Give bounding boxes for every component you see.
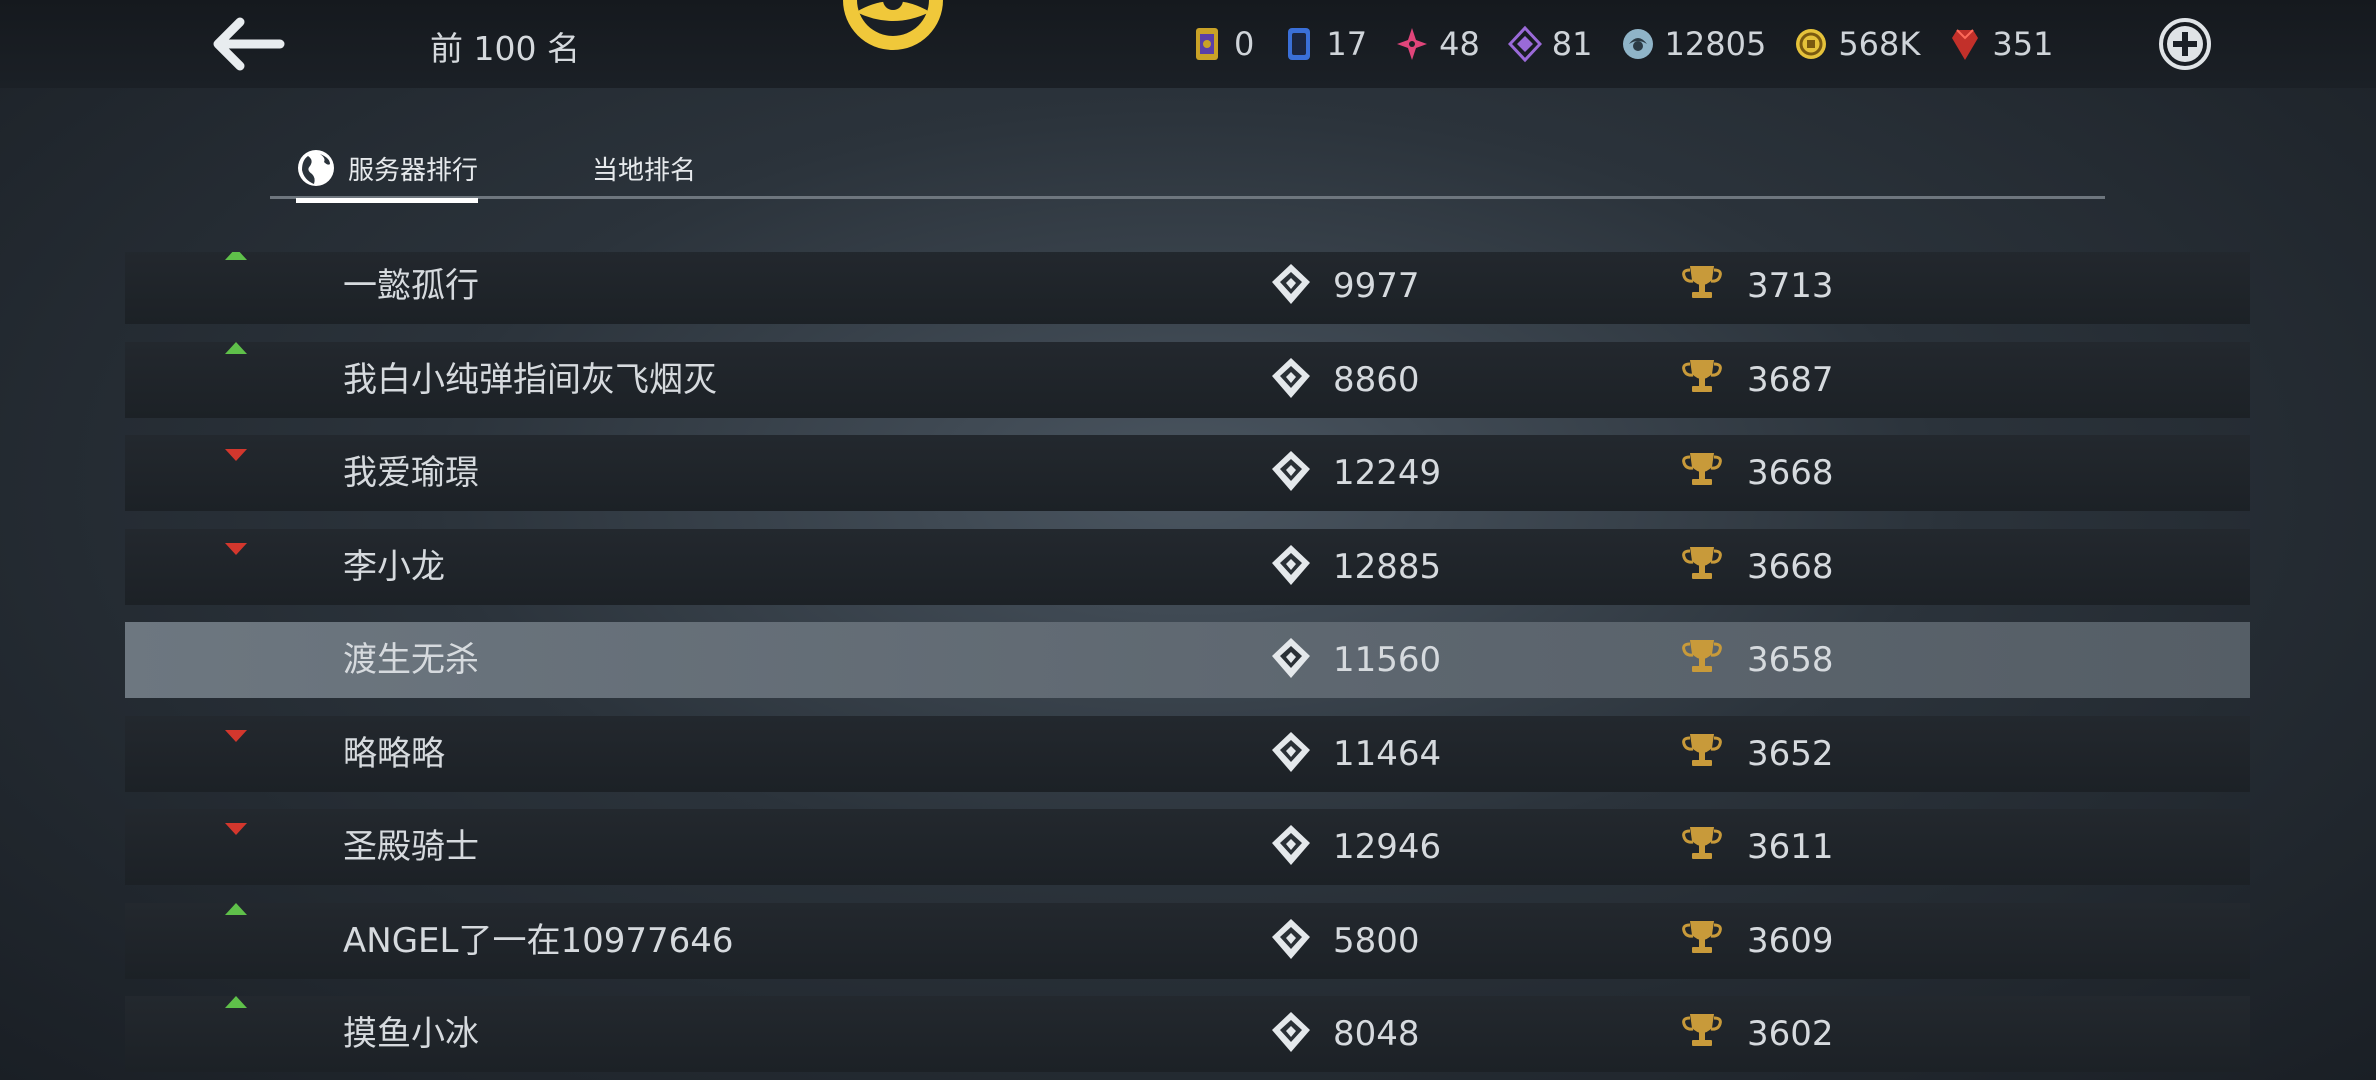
power-diamond-icon [1270,636,1312,680]
currency-pink-crystal[interactable]: 48 [1395,24,1480,64]
ranking-tabs: 服务器排行 当地排名 [270,130,2105,203]
rank-up-arrow-icon [225,902,247,915]
tab-local-ranking[interactable]: 当地排名 [592,136,696,200]
purple-crystal-icon [1507,24,1552,64]
player-power: 8860 [1333,359,1420,400]
player-power: 8048 [1333,1014,1420,1054]
leaderboard-row[interactable]: ANGEL了一在10977646 5800 3609 [125,902,2250,979]
currency-value: 81 [1551,25,1593,63]
player-power: 5800 [1333,920,1420,961]
leaderboard-row[interactable]: 略略略 11464 3652 [125,715,2250,792]
power-diamond-icon [1270,730,1312,774]
emblem-icon [843,0,943,50]
trophy-icon [1680,543,1724,583]
rank-down-arrow-icon [225,823,247,835]
power-diamond-icon [1270,1010,1312,1054]
rank-down-arrow-icon [225,542,247,555]
globe-icon [298,150,334,186]
trophy-icon [1680,730,1724,770]
back-arrow-icon[interactable] [210,14,286,74]
power-diamond-icon [1270,917,1312,961]
trophy-icon [1680,262,1724,302]
player-name: 一懿孤行 [343,266,479,306]
rank-up-arrow-icon [225,341,247,354]
currency-bar: 0 17 48 81 12805 568K 351 [1190,18,2081,70]
page-title: 前 100 名 [430,29,580,68]
rank-down-arrow-icon [225,729,247,742]
leaderboard-row[interactable]: 渡生无杀 11560 3658 [125,622,2250,698]
power-diamond-icon [1270,543,1312,587]
leaderboard-row[interactable]: 一懿孤行 9977 3713 [125,252,2250,324]
tab-underline-track [270,196,2105,199]
tab-label: 当地排名 [592,155,697,186]
currency-value: 568K [1838,25,1921,63]
leaderboard-row[interactable]: 我爱瑜璟 12249 3668 [125,435,2250,511]
trophy-icon [1680,1010,1724,1050]
power-diamond-icon [1270,262,1312,306]
gold-coin-icon [1794,24,1838,64]
player-name: 摸鱼小冰 [343,1014,479,1054]
trophy-icon [1680,356,1724,396]
trophy-icon [1680,449,1724,489]
leaderboard-list[interactable]: 一懿孤行 9977 3713 我白小纯弹指间灰飞烟灭 8860 3687 我爱瑜璟 12249… [125,252,2250,1080]
player-trophies: 3609 [1747,920,1834,961]
player-name: 李小龙 [343,546,445,587]
currency-value: 351 [1992,25,2054,63]
ticket-icon [1190,24,1234,64]
player-trophies: 3611 [1747,827,1834,867]
pink-crystal-icon [1395,24,1439,64]
currency-red-gem[interactable]: 351 [1948,24,2053,64]
trophy-icon [1680,636,1724,676]
player-trophies: 3602 [1747,1014,1834,1054]
currency-value: 17 [1326,25,1368,63]
player-name: ANGEL了一在10977646 [343,920,734,961]
trophy-icon [1680,823,1724,863]
card-icon [1282,24,1326,64]
currency-gold-coin[interactable]: 568K [1794,24,1920,64]
rank-up-arrow-icon [225,996,247,1008]
rank-down-arrow-icon [225,449,247,461]
power-diamond-icon [1270,356,1312,400]
orb-icon [1621,24,1665,64]
player-power: 12946 [1333,827,1442,867]
player-name: 略略略 [343,733,445,774]
player-name: 圣殿骑士 [343,827,479,867]
player-trophies: 3687 [1747,359,1834,400]
currency-value: 48 [1439,25,1480,63]
leaderboard-row[interactable]: 圣殿骑士 12946 3611 [125,809,2250,885]
power-diamond-icon [1270,449,1312,493]
leaderboard-row[interactable]: 摸鱼小冰 8048 3602 [125,996,2250,1072]
player-power: 11464 [1333,733,1442,774]
currency-orb[interactable]: 12805 [1621,24,1767,64]
player-power: 12249 [1333,453,1442,493]
player-trophies: 3658 [1747,640,1834,680]
currency-value: 0 [1234,25,1255,63]
player-trophies: 3713 [1747,266,1834,306]
add-currency-icon[interactable] [2158,17,2212,71]
currency-card[interactable]: 17 [1282,24,1367,64]
tab-label: 服务器排行 [348,155,479,186]
player-name: 我爱瑜璟 [343,453,479,493]
power-diamond-icon [1270,823,1312,867]
rank-up-arrow-icon [225,252,247,260]
tab-server-ranking[interactable]: 服务器排行 [296,136,479,203]
player-trophies: 3668 [1747,453,1834,493]
player-power: 12885 [1333,546,1442,587]
leaderboard-row[interactable]: 李小龙 12885 3668 [125,528,2250,605]
trophy-icon [1680,917,1724,957]
red-gem-icon [1948,24,1992,64]
player-name: 我白小纯弹指间灰飞烟灭 [343,359,717,400]
player-power: 11560 [1333,640,1442,680]
player-name: 渡生无杀 [343,640,479,680]
player-trophies: 3668 [1747,546,1834,587]
currency-ticket[interactable]: 0 [1190,24,1254,64]
currency-value: 12805 [1664,25,1767,63]
currency-purple-crystal[interactable]: 81 [1507,24,1593,64]
player-power: 9977 [1333,266,1420,306]
player-trophies: 3652 [1747,733,1834,774]
leaderboard-row[interactable]: 我白小纯弹指间灰飞烟灭 8860 3687 [125,341,2250,418]
